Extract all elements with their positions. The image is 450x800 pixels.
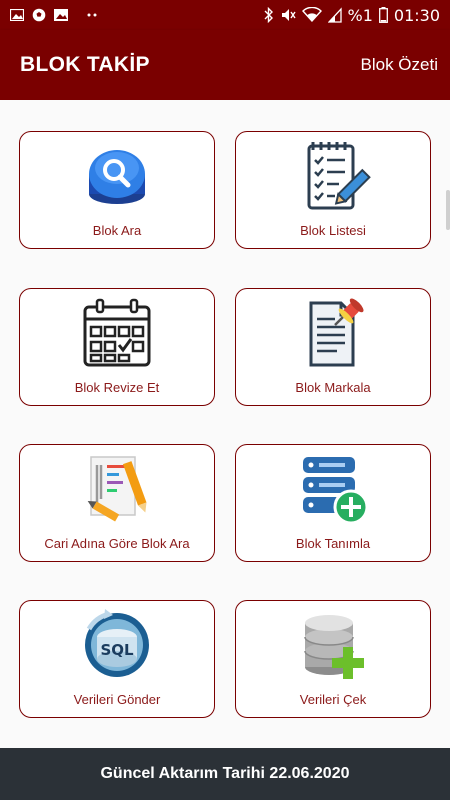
wifi-icon bbox=[301, 7, 322, 23]
svg-text:SQL: SQL bbox=[100, 641, 134, 659]
tile-label: Blok Tanımla bbox=[295, 536, 371, 551]
gallery-icon bbox=[10, 9, 24, 21]
menu-grid: Blok Ara Blok Listesi Blok Revize Et Blo… bbox=[0, 100, 450, 748]
bluetooth-icon bbox=[264, 7, 273, 23]
sql-sync-icon: SQL bbox=[85, 609, 149, 677]
tile-label: Cari Adına Göre Blok Ara bbox=[44, 536, 190, 551]
menu-tile-blok-tanimla[interactable]: Blok Tanımla bbox=[235, 444, 431, 562]
tile-label: Blok Listesi bbox=[300, 223, 366, 238]
app-bar: BLOK TAKİP Blok Özeti bbox=[0, 30, 450, 100]
soccer-icon bbox=[32, 8, 46, 22]
tile-label: Blok Markala bbox=[295, 380, 371, 395]
menu-tile-cari-adina-gore-blok-ara[interactable]: Cari Adına Göre Blok Ara bbox=[19, 444, 215, 562]
menu-tile-blok-revize-et[interactable]: Blok Revize Et bbox=[19, 288, 215, 406]
menu-tile-verileri-cek[interactable]: Verileri Çek bbox=[235, 600, 431, 718]
database-plus-icon bbox=[304, 615, 364, 679]
battery-icon bbox=[378, 7, 388, 23]
more-dots-icon bbox=[87, 13, 97, 17]
menu-tile-blok-listesi[interactable]: Blok Listesi bbox=[235, 131, 431, 249]
last-sync-text: Güncel Aktarım Tarihi 22.06.2020 bbox=[100, 765, 350, 782]
document-pencil-icon bbox=[87, 456, 147, 522]
menu-tile-blok-ara[interactable]: Blok Ara bbox=[19, 131, 215, 249]
tile-label: Blok Ara bbox=[92, 223, 142, 238]
clock: 01:30 bbox=[393, 5, 440, 25]
status-bar: %1 01:30 bbox=[0, 0, 450, 30]
last-sync-footer: Güncel Aktarım Tarihi 22.06.2020 bbox=[0, 748, 450, 800]
app-title: BLOK TAKİP bbox=[20, 53, 150, 76]
menu-tile-verileri-gonder[interactable]: SQL Verileri Gönder bbox=[19, 600, 215, 718]
search-button-icon bbox=[89, 150, 145, 204]
tile-label: Blok Revize Et bbox=[74, 380, 160, 395]
block-summary-button[interactable]: Blok Özeti bbox=[361, 55, 438, 75]
calendar-icon bbox=[83, 298, 151, 367]
battery-percentage: %1 bbox=[347, 5, 373, 25]
notification-icons bbox=[10, 8, 100, 22]
signal-icon bbox=[327, 7, 342, 23]
database-add-icon bbox=[303, 457, 369, 525]
tile-label: Verileri Çek bbox=[299, 692, 367, 707]
system-status: %1 01:30 bbox=[264, 5, 440, 25]
tile-label: Verileri Gönder bbox=[73, 692, 161, 707]
menu-tile-blok-markala[interactable]: Blok Markala bbox=[235, 288, 431, 406]
pinned-document-icon bbox=[309, 298, 364, 367]
scroll-indicator bbox=[446, 190, 450, 230]
checklist-icon bbox=[307, 142, 371, 210]
mute-icon bbox=[281, 9, 296, 21]
image-icon bbox=[54, 9, 68, 21]
